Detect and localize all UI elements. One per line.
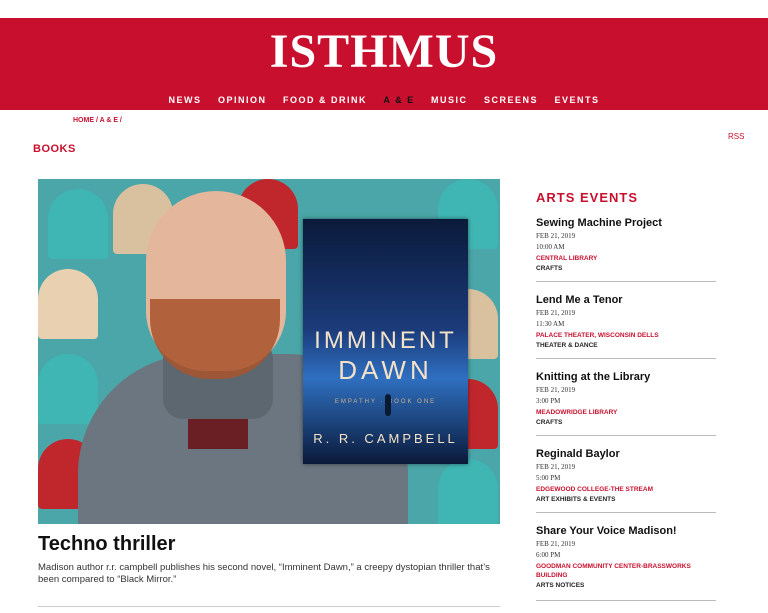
nav-item-opinion[interactable]: OPINION	[218, 95, 267, 105]
nav-item-screens[interactable]: SCREENS	[484, 95, 538, 105]
divider	[536, 358, 716, 359]
event-venue[interactable]: PALACE THEATER, WISCONSIN DELLS	[536, 331, 716, 340]
event-time: 3:00 PM	[536, 397, 561, 405]
event-date: FEB 21, 2019	[536, 386, 576, 394]
section-title[interactable]: BOOKS	[33, 143, 76, 155]
event-time: 6:00 PM	[536, 551, 561, 559]
event-category[interactable]: ARTS NOTICES	[536, 581, 716, 590]
divider	[38, 606, 500, 607]
event-item: Lend Me a Tenor FEB 21, 2019 11:30 AM PA…	[536, 293, 716, 350]
divider	[536, 600, 716, 601]
event-category[interactable]: CRAFTS	[536, 264, 716, 273]
book-cover: IMMINENT DAWN EMPATHY · BOOK ONE R. R. C…	[303, 219, 468, 464]
nav-item-food-drink[interactable]: FOOD & DRINK	[283, 95, 367, 105]
article-headline[interactable]: Techno thriller	[38, 533, 175, 556]
site-logo[interactable]: ISTHMUS	[0, 26, 768, 78]
event-venue[interactable]: EDGEWOOD COLLEGE-THE STREAM	[536, 485, 716, 494]
rss-link[interactable]: RSS	[728, 132, 744, 141]
event-item: Reginald Baylor FEB 21, 2019 5:00 PM EDG…	[536, 447, 716, 504]
event-name[interactable]: Sewing Machine Project	[536, 216, 716, 230]
event-name[interactable]: Knitting at the Library	[536, 370, 716, 384]
nav-item-music[interactable]: MUSIC	[431, 95, 468, 105]
event-category[interactable]: THEATER & DANCE	[536, 341, 716, 350]
background-tile	[48, 189, 108, 259]
event-date: FEB 21, 2019	[536, 540, 576, 548]
article-hero-image[interactable]: IMMINENT DAWN EMPATHY · BOOK ONE R. R. C…	[38, 179, 500, 524]
event-venue[interactable]: CENTRAL LIBRARY	[536, 254, 716, 263]
book-author: R. R. CAMPBELL	[313, 431, 458, 446]
background-tile	[438, 459, 498, 524]
divider	[536, 512, 716, 513]
top-band	[0, 0, 768, 18]
article-dek: Madison author r.r. campbell publishes h…	[38, 562, 490, 585]
book-title-line2: DAWN	[338, 355, 433, 385]
main-nav: NEWS OPINION FOOD & DRINK A & E MUSIC SC…	[0, 90, 768, 108]
event-item: Sewing Machine Project FEB 21, 2019 10:0…	[536, 216, 716, 273]
event-date: FEB 21, 2019	[536, 309, 576, 317]
book-title-line1: IMMINENT	[314, 327, 457, 354]
event-name[interactable]: Lend Me a Tenor	[536, 293, 716, 307]
divider	[536, 281, 716, 282]
site-header: ISTHMUS NEWS OPINION FOOD & DRINK A & E …	[0, 18, 768, 110]
event-date: FEB 21, 2019	[536, 232, 576, 240]
arts-events-title[interactable]: ARTS EVENTS	[536, 190, 638, 205]
background-tile	[38, 269, 98, 339]
event-venue[interactable]: GOODMAN COMMUNITY CENTER-BRASSWORKS BUIL…	[536, 562, 716, 580]
breadcrumb[interactable]: HOME / A & E /	[73, 117, 122, 124]
event-date: FEB 21, 2019	[536, 463, 576, 471]
book-figure-silhouette	[385, 394, 391, 416]
event-name[interactable]: Share Your Voice Madison!	[536, 524, 716, 538]
event-venue[interactable]: MEADOWRIDGE LIBRARY	[536, 408, 716, 417]
nav-item-a-e[interactable]: A & E	[383, 95, 414, 105]
divider	[536, 435, 716, 436]
event-category[interactable]: ART EXHIBITS & EVENTS	[536, 495, 716, 504]
event-item: Share Your Voice Madison! FEB 21, 2019 6…	[536, 524, 716, 590]
event-time: 10:00 AM	[536, 243, 565, 251]
event-time: 11:30 AM	[536, 320, 565, 328]
background-tile	[38, 354, 98, 424]
event-time: 5:00 PM	[536, 474, 561, 482]
event-item: Knitting at the Library FEB 21, 2019 3:0…	[536, 370, 716, 427]
nav-item-news[interactable]: NEWS	[169, 95, 202, 105]
event-category[interactable]: CRAFTS	[536, 418, 716, 427]
event-name[interactable]: Reginald Baylor	[536, 447, 716, 461]
nav-item-events[interactable]: EVENTS	[554, 95, 599, 105]
